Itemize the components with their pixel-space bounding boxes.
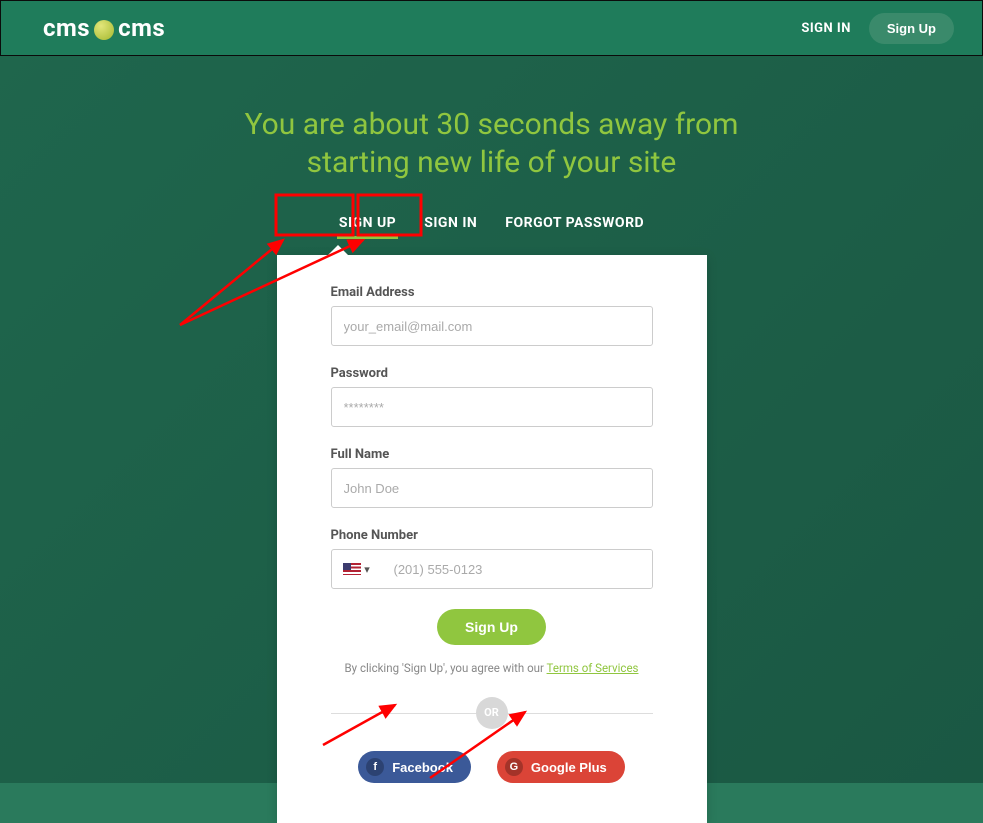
social-buttons-row: f Facebook G Google Plus xyxy=(331,751,653,783)
email-field-group: Email Address xyxy=(331,285,653,346)
tos-link[interactable]: Terms of Services xyxy=(547,661,639,675)
header-actions: SIGN IN Sign Up xyxy=(801,13,954,44)
phone-country-selector[interactable]: ▾ xyxy=(332,550,382,588)
phone-field-group: Phone Number ▾ xyxy=(331,528,653,589)
fullname-input[interactable] xyxy=(331,468,653,508)
headline-line1: You are about 30 seconds away from xyxy=(245,107,739,142)
email-label: Email Address xyxy=(331,285,653,300)
tos-text: By clicking 'Sign Up', you agree with ou… xyxy=(331,661,653,675)
social-divider: OR xyxy=(331,697,653,729)
or-badge: OR xyxy=(476,697,508,729)
main-content: You are about 30 seconds away from start… xyxy=(0,56,983,823)
flag-us-icon xyxy=(343,563,361,575)
phone-input-wrap: ▾ xyxy=(331,549,653,589)
logo-text-left: cms xyxy=(43,14,90,42)
tab-signup[interactable]: SIGN UP xyxy=(337,209,398,237)
top-header: cms cms SIGN IN Sign Up xyxy=(0,0,983,56)
chevron-down-icon: ▾ xyxy=(364,563,370,576)
fullname-label: Full Name xyxy=(331,447,653,462)
headline-line2: starting new life of your site xyxy=(307,145,677,180)
facebook-login-button[interactable]: f Facebook xyxy=(358,751,471,783)
header-signin-link[interactable]: SIGN IN xyxy=(801,21,851,36)
googleplus-icon: G xyxy=(505,758,523,776)
tab-signin[interactable]: SIGN IN xyxy=(422,209,479,237)
header-signup-button[interactable]: Sign Up xyxy=(869,13,954,44)
logo: cms cms xyxy=(43,14,165,42)
facebook-icon: f xyxy=(366,758,384,776)
signup-card: Email Address Password Full Name Phone N… xyxy=(277,255,707,823)
password-field-group: Password xyxy=(331,366,653,427)
page-headline: You are about 30 seconds away from start… xyxy=(0,106,983,181)
email-input[interactable] xyxy=(331,306,653,346)
googleplus-login-button[interactable]: G Google Plus xyxy=(497,751,625,783)
facebook-label: Facebook xyxy=(392,760,453,775)
password-label: Password xyxy=(331,366,653,381)
signup-card-wrap: Email Address Password Full Name Phone N… xyxy=(277,255,707,823)
phone-input[interactable] xyxy=(382,550,652,588)
auth-tabs: SIGN UP SIGN IN FORGOT PASSWORD xyxy=(0,209,983,237)
googleplus-label: Google Plus xyxy=(531,760,607,775)
logo-ball-icon xyxy=(94,20,114,40)
logo-text-right: cms xyxy=(118,14,165,42)
signup-submit-button[interactable]: Sign Up xyxy=(437,609,546,645)
tab-forgot-password[interactable]: FORGOT PASSWORD xyxy=(503,209,646,237)
password-input[interactable] xyxy=(331,387,653,427)
tos-prefix: By clicking 'Sign Up', you agree with ou… xyxy=(345,661,547,675)
phone-label: Phone Number xyxy=(331,528,653,543)
fullname-field-group: Full Name xyxy=(331,447,653,508)
